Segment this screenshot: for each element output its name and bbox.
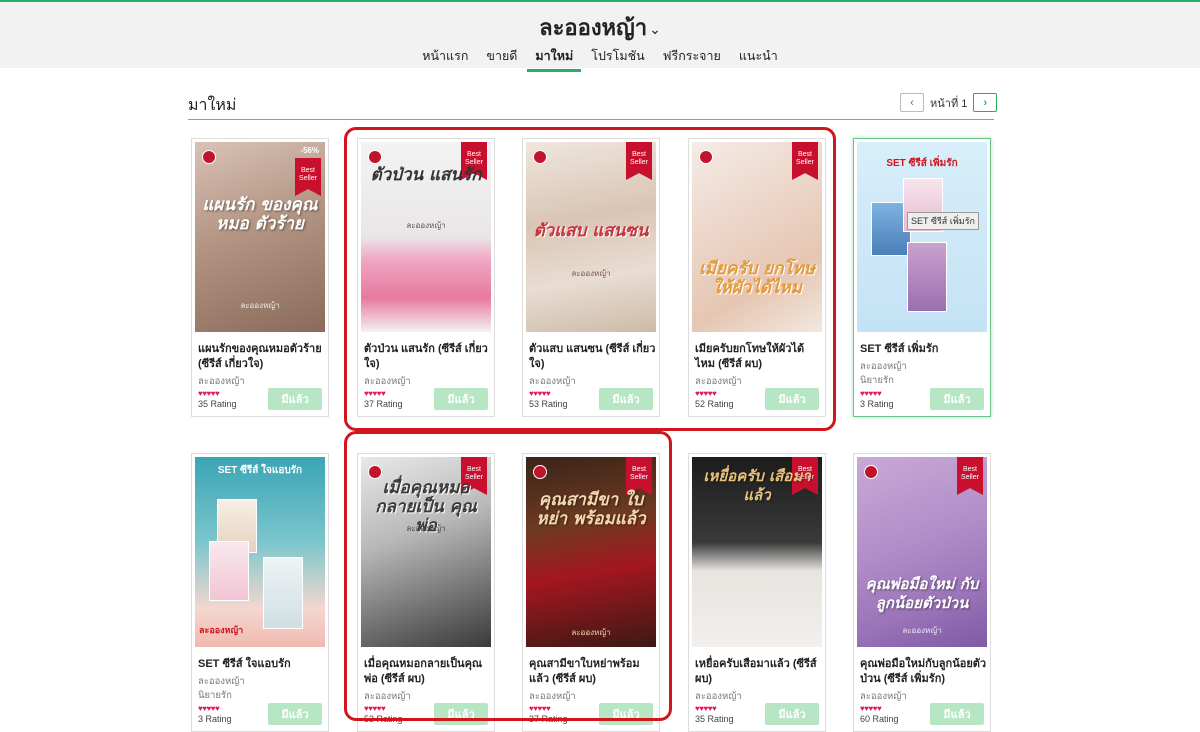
cover-title: เหยื่อครับ เสือมาแล้ว	[703, 467, 811, 504]
rating-hearts: ♥♥♥♥♥	[695, 704, 717, 713]
book-publisher[interactable]: นิยายรัก	[198, 688, 232, 703]
tab-home[interactable]: หน้าแรก	[422, 46, 468, 71]
book-author[interactable]: ละอองหญ้า	[860, 689, 907, 704]
book-card[interactable]: Best Seller คุณพ่อมือใหม่ กับ ลูกน้อยตัว…	[853, 453, 991, 732]
book-title[interactable]: แผนรักของคุณหมอตัวร้าย (ซีรีส์ เกี่ยวใจ)	[198, 342, 326, 372]
section-divider	[188, 119, 994, 120]
highlight-outline	[344, 431, 672, 721]
set-book-thumbnail	[209, 541, 249, 601]
rating-count: 3 Rating	[860, 399, 894, 409]
rating-count: 3 Rating	[198, 714, 232, 724]
publisher-logo-icon	[864, 465, 878, 479]
prev-page-button[interactable]: ‹	[900, 93, 924, 112]
tab-new-arrivals[interactable]: มาใหม่	[527, 46, 582, 72]
owned-button[interactable]: มีแล้ว	[765, 703, 819, 725]
store-nav: หน้าแรก ขายดี มาใหม่ โปรโมชัน ฟรีกระจาย …	[0, 46, 1200, 72]
book-author[interactable]: ละอองหญ้า	[198, 674, 245, 689]
page-label: หน้าที่ 1	[930, 97, 968, 110]
rating-count: 35 Rating	[695, 714, 734, 724]
tab-recommended[interactable]: แนะนำ	[739, 46, 778, 71]
book-publisher[interactable]: นิยายรัก	[860, 373, 894, 388]
cover-author: ละอองหญ้า	[199, 625, 244, 635]
store-title[interactable]: ละอองหญ้า ⌄	[0, 10, 1200, 45]
rating-hearts: ♥♥♥♥♥	[860, 704, 882, 713]
tab-bestseller[interactable]: ขายดี	[486, 46, 517, 71]
book-cover[interactable]: SET ซีรีส์ เพิ่มรัก SET ซีรีส์ เพิ่มรัก	[857, 142, 987, 332]
rating-count: 60 Rating	[860, 714, 899, 724]
owned-button[interactable]: มีแล้ว	[268, 388, 322, 410]
best-seller-ribbon: Best Seller	[295, 158, 321, 196]
highlight-outline	[344, 127, 836, 431]
book-cover[interactable]: Best Seller เหยื่อครับ เสือมาแล้ว	[692, 457, 822, 647]
discount-badge: -56%	[300, 146, 319, 155]
book-author[interactable]: ละอองหญ้า	[695, 689, 742, 704]
book-title[interactable]: เหยื่อครับเสือมาแล้ว (ซีรีส์ ผบ)	[695, 657, 823, 687]
book-title[interactable]: คุณพ่อมือใหม่กับลูกน้อยตัวป่วน (ซีรีส์ เ…	[860, 657, 988, 687]
book-card[interactable]: -56% Best Seller แผนรัก ของคุณหมอ ตัวร้า…	[191, 138, 329, 417]
book-card[interactable]: SET ซีรีส์ เพิ่มรัก SET ซีรีส์ เพิ่มรัก …	[853, 138, 991, 417]
cover-title: แผนรัก ของคุณหมอ ตัวร้าย	[202, 195, 318, 234]
rating-hearts: ♥♥♥♥♥	[198, 704, 220, 713]
tab-promotion[interactable]: โปรโมชัน	[591, 46, 644, 71]
cover-title: SET ซีรีส์ ใจแอบรัก	[217, 465, 303, 476]
best-seller-ribbon: Best Seller	[957, 457, 983, 495]
book-cover[interactable]: Best Seller คุณพ่อมือใหม่ กับ ลูกน้อยตัว…	[857, 457, 987, 647]
book-title[interactable]: SET ซีรีส์ เพิ่มรัก	[860, 342, 988, 357]
book-cover[interactable]: SET ซีรีส์ ใจแอบรัก ละอองหญ้า	[195, 457, 325, 647]
rating-count: 35 Rating	[198, 399, 237, 409]
chevron-down-icon[interactable]: ⌄	[649, 21, 661, 37]
store-title-text[interactable]: ละอองหญ้า	[539, 15, 647, 40]
cover-tooltip: SET ซีรีส์ เพิ่มรัก	[907, 212, 980, 230]
set-book-thumbnail	[263, 557, 303, 629]
publisher-logo-icon	[202, 150, 216, 164]
section-title: มาใหม่	[188, 97, 237, 114]
cover-author: ละอองหญ้า	[240, 301, 280, 310]
owned-button[interactable]: มีแล้ว	[930, 703, 984, 725]
book-author[interactable]: ละอองหญ้า	[860, 359, 907, 374]
next-page-button[interactable]: ›	[973, 93, 998, 112]
set-book-thumbnail	[907, 242, 947, 312]
cover-author: ละอองหญ้า	[902, 626, 942, 635]
rating-hearts: ♥♥♥♥♥	[198, 389, 220, 398]
pagination: ‹ หน้าที่ 1 ›	[900, 93, 998, 112]
owned-button[interactable]: มีแล้ว	[268, 703, 322, 725]
book-title[interactable]: SET ซีรีส์ ใจแอบรัก	[198, 657, 326, 672]
owned-button[interactable]: มีแล้ว	[930, 388, 984, 410]
book-author[interactable]: ละอองหญ้า	[198, 374, 245, 389]
rating-hearts: ♥♥♥♥♥	[860, 389, 882, 398]
book-card[interactable]: Best Seller เหยื่อครับ เสือมาแล้ว เหยื่อ…	[688, 453, 826, 732]
store-header: ละอองหญ้า ⌄ หน้าแรก ขายดี มาใหม่ โปรโมชัน…	[0, 2, 1200, 72]
cover-title: SET ซีรีส์ เพิ่มรัก	[886, 158, 958, 169]
tab-free[interactable]: ฟรีกระจาย	[663, 46, 721, 71]
book-cover[interactable]: -56% Best Seller แผนรัก ของคุณหมอ ตัวร้า…	[195, 142, 325, 332]
cover-title: คุณพ่อมือใหม่ กับ ลูกน้อยตัวป่วน	[865, 575, 979, 612]
book-card[interactable]: SET ซีรีส์ ใจแอบรัก ละอองหญ้า SET ซีรีส์…	[191, 453, 329, 732]
